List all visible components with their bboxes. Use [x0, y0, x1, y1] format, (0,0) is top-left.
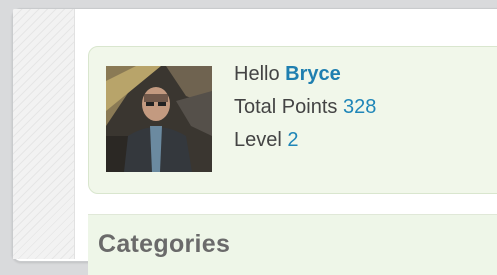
- level-value[interactable]: 2: [287, 129, 298, 151]
- level-label: Level: [234, 129, 282, 151]
- points-label: Total Points: [234, 96, 338, 118]
- points-value[interactable]: 328: [343, 96, 376, 118]
- hatched-sidebar: [13, 9, 75, 259]
- user-avatar[interactable]: [106, 66, 212, 172]
- user-stats: Hello Bryce Total Points 328 Level 2: [234, 64, 376, 163]
- greeting-label: Hello: [234, 63, 280, 85]
- greeting-row: Hello Bryce: [234, 64, 376, 97]
- categories-title: Categories: [98, 230, 231, 258]
- points-row: Total Points 328: [234, 97, 376, 130]
- level-row: Level 2: [234, 130, 376, 163]
- user-photo-icon: [106, 66, 212, 172]
- username-link[interactable]: Bryce: [285, 63, 341, 85]
